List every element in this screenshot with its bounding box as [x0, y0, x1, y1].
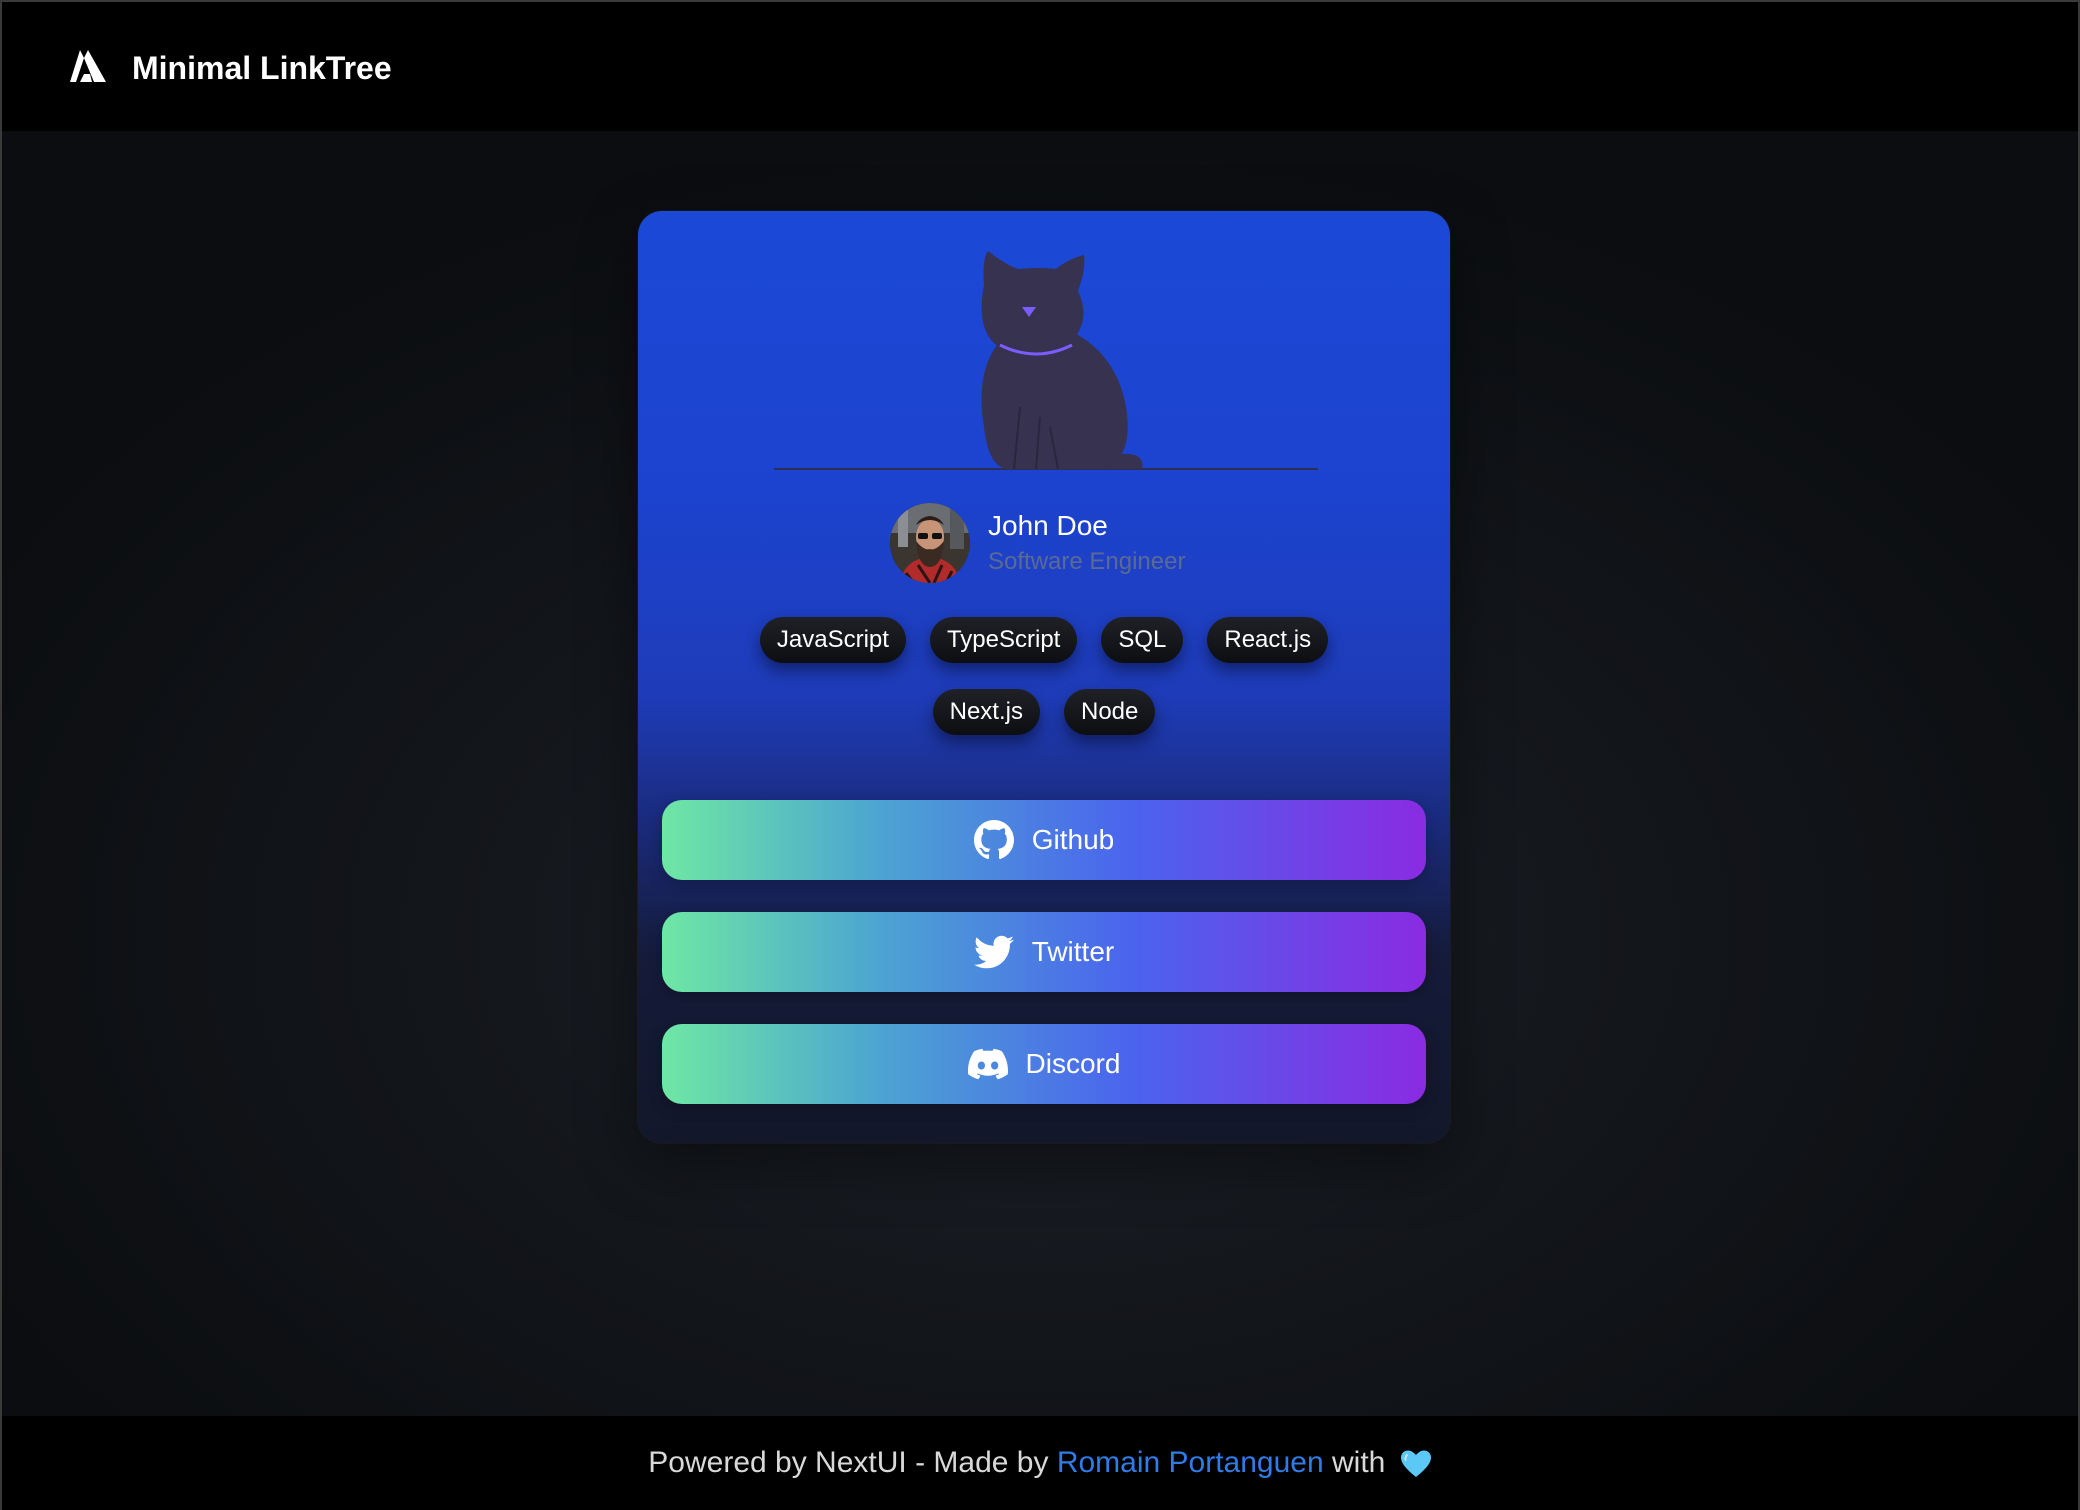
- brand-name[interactable]: Minimal LinkTree: [132, 48, 392, 88]
- skill-tag[interactable]: Node: [1063, 689, 1156, 735]
- twitter-link-label: Twitter: [1031, 936, 1115, 967]
- footer: Powered by NextUI - Made by Romain Porta…: [2, 1416, 2078, 1510]
- twitter-icon: [973, 935, 1014, 969]
- profile-role: Software Engineer: [988, 548, 1186, 575]
- github-link-button[interactable]: Github: [662, 800, 1426, 880]
- top-navbar: Minimal LinkTree: [2, 2, 2078, 131]
- github-icon: [973, 820, 1014, 860]
- skill-tags-row-1: JavaScript TypeScript SQL React.js: [638, 617, 1450, 663]
- discord-link-label: Discord: [1025, 1048, 1121, 1079]
- github-link-label: Github: [1031, 824, 1115, 855]
- profile-card: John Doe Software Engineer JavaScript Ty…: [638, 211, 1450, 1143]
- profile-name: John Doe: [988, 510, 1108, 541]
- author-link[interactable]: Romain Portanguen: [1057, 1446, 1324, 1479]
- skill-tag[interactable]: TypeScript: [929, 617, 1078, 663]
- discord-link-button[interactable]: Discord: [662, 1024, 1426, 1104]
- triangle-logo-icon[interactable]: [66, 48, 108, 84]
- twitter-link-button[interactable]: Twitter: [662, 912, 1426, 992]
- avatar[interactable]: [890, 503, 970, 583]
- skill-tag[interactable]: Next.js: [932, 689, 1040, 735]
- footer-prefix: Powered by NextUI - Made by: [648, 1446, 1057, 1479]
- discord-icon: [967, 1048, 1008, 1080]
- app-frame: Minimal LinkTree John Doe Software Engin…: [0, 0, 2080, 1510]
- skill-tag[interactable]: React.js: [1207, 617, 1329, 663]
- skill-tag[interactable]: JavaScript: [759, 617, 906, 663]
- bearded-man-avatar: [890, 503, 970, 583]
- sitting-cat-illustration: [774, 251, 1318, 470]
- blue-heart-icon: [1400, 1450, 1431, 1478]
- user-profile: John Doe Software Engineer: [638, 503, 1450, 587]
- skill-tag[interactable]: SQL: [1101, 617, 1184, 663]
- skill-tags-row-2: Next.js Node: [638, 689, 1450, 735]
- footer-suffix: with: [1323, 1446, 1386, 1479]
